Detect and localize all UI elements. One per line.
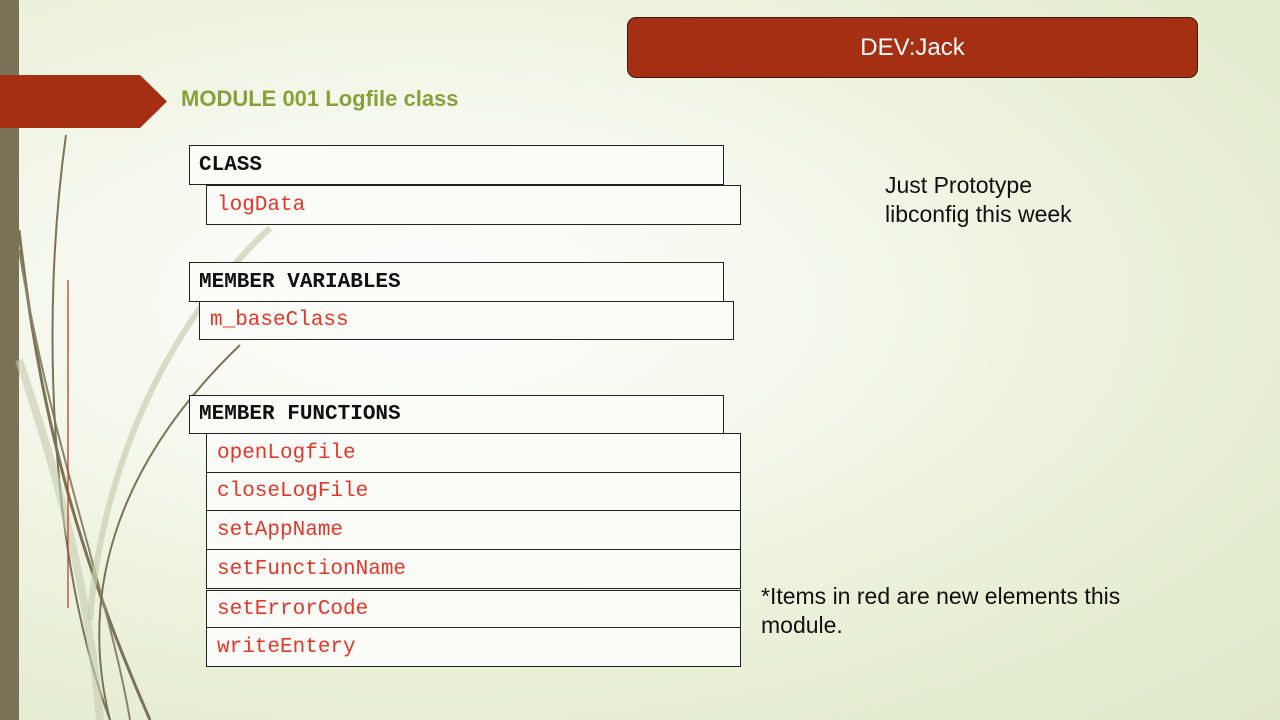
legend-note-line2: module. (761, 612, 843, 638)
member-variables-header-label: MEMBER VARIABLES (199, 270, 401, 294)
member-function-box: setFunctionName (206, 549, 741, 589)
member-variable-name: m_baseClass (210, 309, 349, 332)
legend-note-line1: *Items in red are new elements this (761, 583, 1121, 609)
member-functions-header-box: MEMBER FUNCTIONS (189, 395, 724, 434)
class-name: logData (217, 193, 306, 217)
member-functions-header-label: MEMBER FUNCTIONS (199, 403, 401, 426)
member-function-name: openLogfile (217, 441, 356, 465)
member-function-name: closeLogFile (217, 480, 369, 503)
prototype-note: Just Prototype libconfig this week (885, 171, 1072, 229)
legend-note: *Items in red are new elements this modu… (761, 582, 1120, 640)
module-title: MODULE 001 Logfile class (181, 86, 459, 111)
member-function-box: setErrorCode (206, 590, 741, 628)
title-arrow-banner (0, 75, 167, 128)
member-function-box: writeEntery (206, 627, 741, 667)
class-header-label: CLASS (199, 153, 263, 177)
member-function-name: setErrorCode (217, 597, 369, 621)
member-function-name: writeEntery (217, 635, 356, 659)
dev-banner: DEV:Jack (627, 17, 1198, 78)
member-function-name: setAppName (217, 518, 344, 542)
slide: MODULE 001 Logfile class DEV:Jack CLASS … (0, 0, 1280, 720)
member-function-box: openLogfile (206, 433, 741, 473)
member-function-box: setAppName (206, 510, 741, 550)
member-function-box: closeLogFile (206, 472, 741, 511)
class-name-box: logData (206, 185, 741, 225)
prototype-note-line1: Just Prototype (885, 172, 1033, 198)
member-variables-header-box: MEMBER VARIABLES (189, 262, 724, 302)
dev-label: DEV:Jack (860, 33, 965, 61)
class-header-box: CLASS (189, 145, 724, 185)
member-function-name: setFunctionName (217, 557, 407, 581)
member-variable-box: m_baseClass (199, 301, 734, 340)
prototype-note-line2: libconfig this week (885, 201, 1072, 227)
